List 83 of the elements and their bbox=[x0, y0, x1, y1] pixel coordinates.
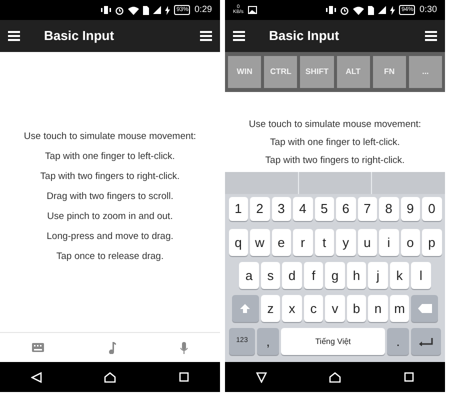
keyboard-key[interactable]: , bbox=[257, 328, 279, 355]
recents-icon[interactable] bbox=[404, 372, 414, 382]
clock-time: 0:30 bbox=[419, 3, 437, 16]
keyboard-key[interactable]: n bbox=[368, 295, 388, 322]
instruction-text: Tap with one finger to left-click. bbox=[44, 150, 176, 164]
instruction-text: Tap once to release drag. bbox=[55, 250, 165, 264]
space-key[interactable]: Tiếng Việt bbox=[281, 328, 385, 355]
signal-icon bbox=[153, 6, 162, 14]
menu-icon[interactable] bbox=[233, 30, 245, 42]
keyboard-key[interactable]: b bbox=[346, 295, 366, 322]
keyboard-key[interactable]: u bbox=[358, 229, 377, 256]
keyboard-key[interactable]: d bbox=[282, 262, 302, 289]
sim-icon bbox=[143, 6, 150, 14]
app-title: Basic Input bbox=[44, 27, 114, 46]
keyboard-key[interactable]: i bbox=[379, 229, 398, 256]
alarm-icon bbox=[340, 6, 350, 14]
vibrate-icon bbox=[326, 6, 336, 14]
keyboard-key[interactable]: z bbox=[260, 295, 280, 322]
keyboard-key[interactable]: 0 bbox=[422, 197, 442, 221]
recents-icon[interactable] bbox=[178, 372, 189, 382]
keyboard-icon[interactable] bbox=[32, 343, 44, 352]
sim-icon bbox=[368, 6, 374, 14]
image-icon bbox=[248, 6, 257, 14]
wifi-icon bbox=[128, 6, 140, 14]
instruction-text: Tap with one finger to left-click. bbox=[269, 136, 401, 150]
vibrate-icon bbox=[101, 6, 112, 14]
back-icon[interactable] bbox=[31, 372, 42, 382]
alarm-icon bbox=[115, 6, 124, 14]
menu-icon[interactable] bbox=[8, 30, 20, 42]
keyboard-key[interactable]: 7 bbox=[358, 197, 377, 221]
keyboard-key[interactable]: j bbox=[368, 262, 388, 289]
return-arrow-icon bbox=[419, 338, 433, 346]
keyboard-key[interactable]: h bbox=[346, 262, 366, 289]
keyboard-key[interactable]: 3 bbox=[272, 197, 291, 221]
instruction-text: Tap with two fingers to right-click. bbox=[264, 154, 406, 168]
instruction-text: Use pinch to zoom in and out. bbox=[46, 210, 174, 224]
keyboard-key[interactable]: 1 bbox=[228, 197, 248, 221]
app-title: Basic Input bbox=[269, 27, 340, 46]
keyboard-key[interactable]: 5 bbox=[314, 197, 334, 221]
keyboard-key[interactable]: 2 bbox=[250, 197, 270, 221]
keyboard-key[interactable]: l bbox=[411, 262, 431, 289]
instruction-text: Drag with two fingers to scroll. bbox=[46, 190, 174, 204]
microphone-icon[interactable] bbox=[180, 342, 188, 354]
menu-icon[interactable] bbox=[200, 30, 212, 42]
keyboard-key[interactable]: x bbox=[282, 295, 302, 322]
keyboard-key[interactable]: a bbox=[239, 262, 259, 289]
keyboard-key[interactable]: c bbox=[304, 295, 324, 322]
keyboard-key[interactable]: w bbox=[250, 229, 270, 256]
keyboard-key[interactable]: . bbox=[387, 328, 409, 355]
keyboard-key[interactable]: v bbox=[325, 295, 345, 322]
keyboard-key[interactable]: s bbox=[260, 262, 280, 289]
up-arrow-icon bbox=[240, 304, 250, 313]
keyboard-key[interactable]: p bbox=[422, 229, 442, 256]
keyboard-key[interactable]: 6 bbox=[336, 197, 356, 221]
keyboard-key[interactable]: f bbox=[304, 262, 324, 289]
instruction-text: Use touch to simulate mouse movement: bbox=[22, 130, 198, 144]
menu-icon[interactable] bbox=[425, 30, 437, 42]
instruction-text: Long-press and move to drag. bbox=[46, 230, 174, 244]
keyboard-key[interactable]: e bbox=[272, 229, 291, 256]
enter-key[interactable] bbox=[411, 328, 441, 355]
charging-icon bbox=[390, 6, 396, 14]
instruction-text: Tap with two fingers to right-click. bbox=[39, 170, 181, 184]
clock-time: 0:29 bbox=[194, 3, 212, 16]
keyboard-key[interactable]: o bbox=[400, 229, 420, 256]
down-triangle-icon[interactable] bbox=[256, 372, 268, 382]
keyboard-key[interactable]: t bbox=[314, 229, 334, 256]
charging-icon bbox=[165, 6, 170, 14]
keyboard-key[interactable]: y bbox=[336, 229, 356, 256]
home-icon[interactable] bbox=[104, 372, 116, 382]
keyboard-key[interactable]: g bbox=[325, 262, 345, 289]
backspace-icon bbox=[418, 304, 432, 313]
signal-icon bbox=[378, 6, 386, 14]
keyboard-key[interactable]: m bbox=[390, 295, 410, 322]
keyboard-key[interactable]: 9 bbox=[400, 197, 420, 221]
keyboard-key[interactable]: k bbox=[390, 262, 410, 289]
music-note-icon[interactable] bbox=[108, 342, 116, 354]
keyboard-key[interactable]: 4 bbox=[293, 197, 312, 221]
instruction-text: Use touch to simulate mouse movement: bbox=[248, 118, 422, 132]
keyboard-key[interactable]: r bbox=[293, 229, 312, 256]
keyboard-key[interactable]: 8 bbox=[379, 197, 398, 221]
keyboard-key[interactable]: q bbox=[228, 229, 248, 256]
wifi-icon bbox=[353, 6, 364, 14]
home-icon[interactable] bbox=[329, 372, 342, 382]
